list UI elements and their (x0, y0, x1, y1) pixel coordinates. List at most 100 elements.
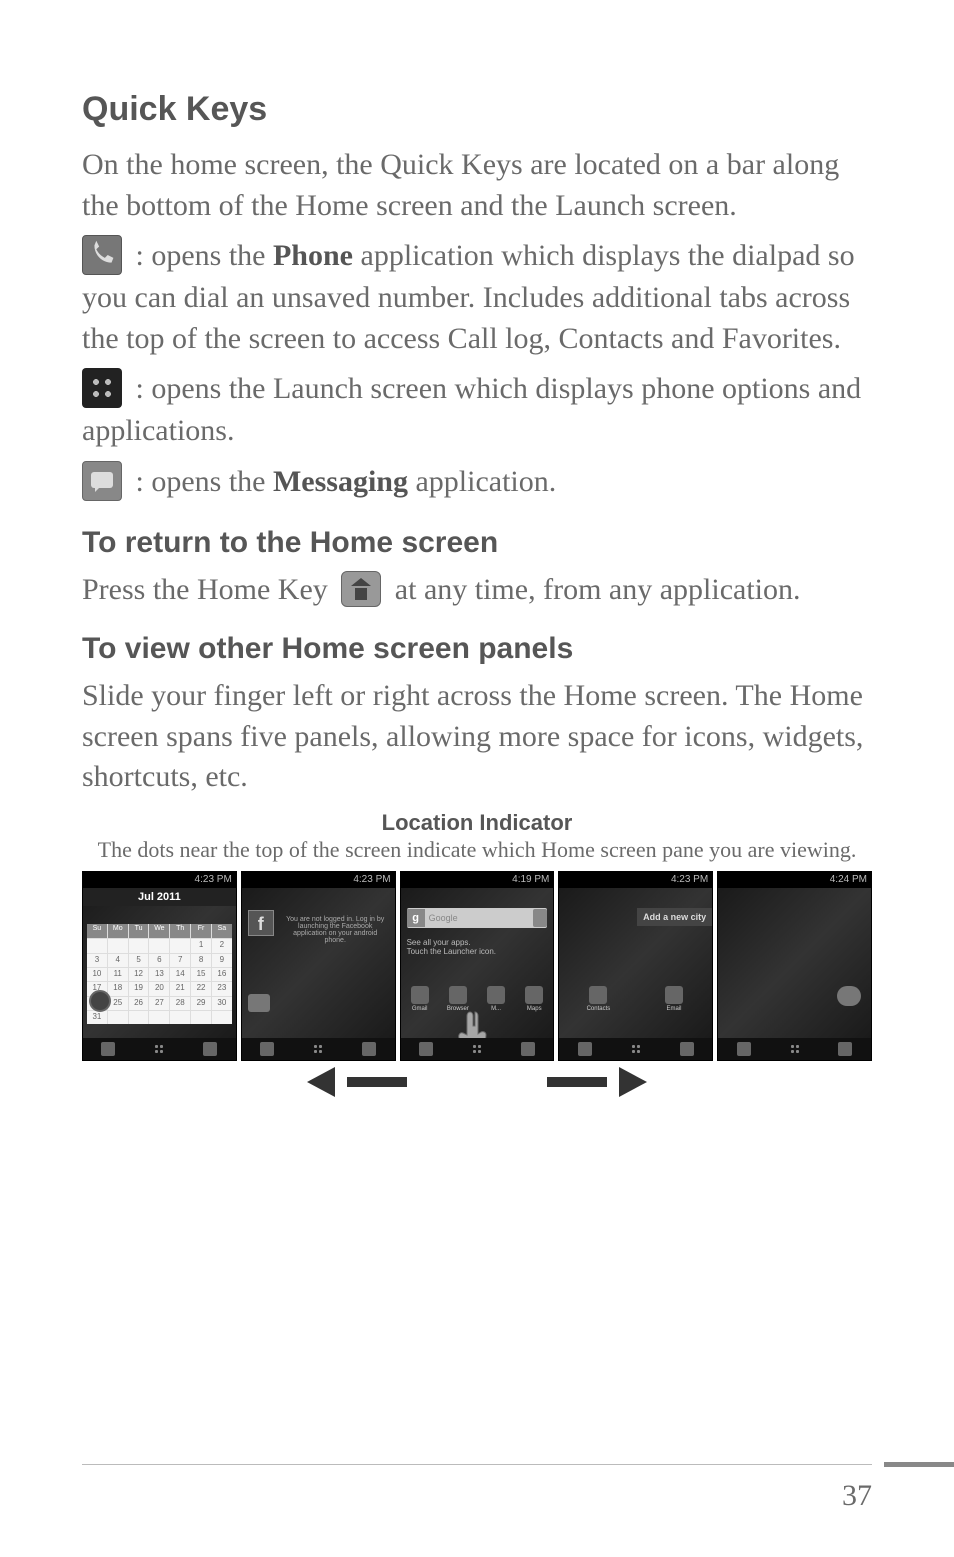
calendar-dow: Tu (129, 924, 149, 938)
view-panels-heading: To view other Home screen panels (82, 632, 872, 666)
dock-launcher-icon (470, 1042, 484, 1056)
screenshot-center: 4:19 PM g Google See all your apps. Touc… (400, 871, 555, 1061)
messaging-icon (82, 461, 122, 501)
calendar-dow: We (149, 924, 169, 938)
google-g-icon: g (407, 909, 425, 927)
dock-messaging-icon (362, 1042, 376, 1056)
calendar-day (108, 939, 128, 952)
arrow-left-icon (307, 1067, 407, 1097)
dock-launcher-icon (152, 1042, 166, 1056)
calendar-day: 28 (170, 997, 190, 1010)
dock (718, 1038, 871, 1060)
dock-messaging-icon (521, 1042, 535, 1056)
calendar-day: 27 (149, 997, 169, 1010)
phone-bold: Phone (273, 239, 353, 272)
calendar-day (212, 1011, 232, 1024)
app-shortcut: Gmail (409, 986, 431, 1012)
location-indicator-desc: The dots near the top of the screen indi… (82, 836, 872, 864)
quick-keys-heading: Quick Keys (82, 90, 872, 129)
calendar-day: 8 (191, 954, 211, 967)
home-key-icon (341, 571, 381, 607)
intro-paragraph: On the home screen, the Quick Keys are l… (82, 145, 872, 226)
messaging-key-paragraph: : opens the Messaging application. (82, 462, 872, 504)
calendar-dow: Fr (191, 924, 211, 938)
calendar-day: 29 (191, 997, 211, 1010)
calendar-dow: Th (170, 924, 190, 938)
dock-messaging-icon (838, 1042, 852, 1056)
app-shortcut: Email (663, 986, 685, 1012)
location-indicator-block: Location Indicator The dots near the top… (82, 810, 872, 864)
screenshot-calendar: 4:23 PM Jul 2011 SuMoTuWeThFrSa123456789… (82, 871, 237, 1061)
launcher-text: : opens the Launch screen which displays… (82, 372, 861, 447)
dock (242, 1038, 395, 1060)
phone-text-pre: : opens the (128, 239, 273, 272)
page-number: 37 (842, 1479, 872, 1513)
calendar-day (108, 1011, 128, 1024)
app-icon (411, 986, 429, 1004)
app-icon (665, 986, 683, 1004)
calendar-day: 10 (87, 968, 107, 981)
msg-text-post: application. (408, 465, 556, 498)
status-bar: 4:24 PM (718, 872, 871, 888)
facebook-icon: f (248, 910, 274, 936)
calendar-day: 31 (87, 1011, 107, 1024)
phone-icon (82, 235, 122, 275)
location-indicator-title: Location Indicator (82, 810, 872, 836)
dock-messaging-icon (680, 1042, 694, 1056)
dock-phone-icon (101, 1042, 115, 1056)
dock-launcher-icon (311, 1042, 325, 1056)
phone-key-paragraph: : opens the Phone application which disp… (82, 236, 872, 359)
launcher-key-paragraph: : opens the Launch screen which displays… (82, 369, 872, 452)
mic-icon (533, 909, 547, 927)
calendar-day: 20 (149, 982, 169, 995)
dock-phone-icon (737, 1042, 751, 1056)
calendar-day: 5 (129, 954, 149, 967)
dock (83, 1038, 236, 1060)
calendar-day: 26 (129, 997, 149, 1010)
calendar-day (87, 939, 107, 952)
dock-messaging-icon (203, 1042, 217, 1056)
app-icon (487, 986, 505, 1004)
calendar-day: 9 (212, 954, 232, 967)
center-hint1: See all your apps. (407, 938, 496, 947)
home-text-pre: Press the Home Key (82, 573, 335, 606)
launcher-icon (82, 368, 122, 408)
center-hint2: Touch the Launcher icon. (407, 947, 496, 956)
screenshot-talk: 4:24 PM (717, 871, 872, 1061)
status-bar: 4:23 PM (83, 872, 236, 888)
calendar-day (149, 939, 169, 952)
dock-phone-icon (419, 1042, 433, 1056)
calendar-day: 6 (149, 954, 169, 967)
calendar-day: 2 (212, 939, 232, 952)
msg-text-pre: : opens the (128, 465, 273, 498)
dock-launcher-icon (788, 1042, 802, 1056)
home-text-post: at any time, from any application. (387, 573, 800, 606)
app-icon (525, 986, 543, 1004)
center-hint-text: See all your apps. Touch the Launcher ic… (407, 938, 496, 956)
screenshot-clock: 4:23 PM Add a new city ContactsEmail (558, 871, 713, 1061)
screenshot-facebook: 4:23 PM f You are not logged in. Log in … (241, 871, 396, 1061)
app-shortcut: Maps (523, 986, 545, 1012)
calendar-day: 18 (108, 982, 128, 995)
dock-phone-icon (260, 1042, 274, 1056)
footer-rule (82, 1464, 872, 1465)
dock (401, 1038, 554, 1060)
calendar-day: 11 (108, 968, 128, 981)
calendar-grid: SuMoTuWeThFrSa12345678910111213141516171… (87, 924, 232, 1024)
status-bar: 4:23 PM (242, 872, 395, 888)
calendar-day: 13 (149, 968, 169, 981)
calendar-day: 4 (108, 954, 128, 967)
calendar-day: 19 (129, 982, 149, 995)
dock-launcher-icon (629, 1042, 643, 1056)
calendar-dow: Su (87, 924, 107, 938)
calendar-day: 21 (170, 982, 190, 995)
calendar-day (191, 1011, 211, 1024)
calendar-day (129, 1011, 149, 1024)
dock (559, 1038, 712, 1060)
search-placeholder: Google (429, 913, 458, 923)
status-bar: 4:23 PM (559, 872, 712, 888)
google-search-bar: g Google (407, 908, 548, 928)
return-home-paragraph: Press the Home Key at any time, from any… (82, 570, 872, 611)
add-city-button: Add a new city (637, 908, 712, 926)
calendar-dow: Sa (212, 924, 232, 938)
